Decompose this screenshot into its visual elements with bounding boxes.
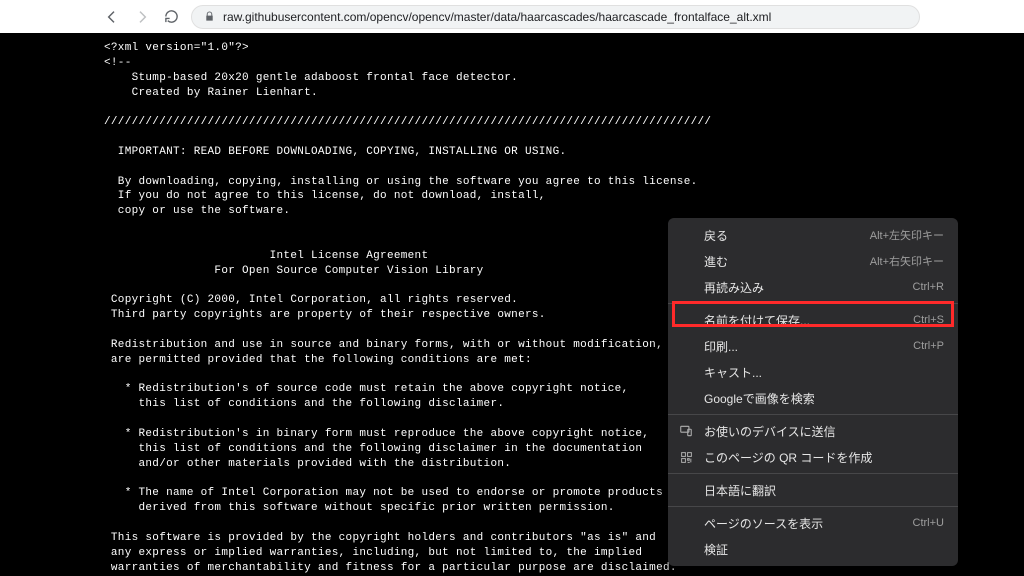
qr-icon [678, 451, 694, 464]
back-button[interactable] [104, 9, 120, 25]
context-menu-item-label: キャスト... [704, 364, 944, 381]
context-menu-item[interactable]: ページのソースを表示 Ctrl+U [668, 510, 958, 536]
url-text: raw.githubusercontent.com/opencv/opencv/… [223, 10, 771, 24]
context-menu-item-shortcut: Alt+左矢印キー [870, 227, 944, 243]
context-menu-item-label: 名前を付けて保存... [704, 312, 903, 329]
context-menu-item[interactable]: 名前を付けて保存... Ctrl+S [668, 307, 958, 333]
context-menu-item-label: 再読み込み [704, 279, 903, 296]
nav-buttons [104, 9, 179, 25]
forward-button[interactable] [134, 9, 150, 25]
context-menu-item[interactable]: 再読み込み Ctrl+R [668, 274, 958, 300]
context-menu-item[interactable]: 印刷... Ctrl+P [668, 333, 958, 359]
context-menu-item-label: 印刷... [704, 338, 903, 355]
context-menu-item-shortcut: Alt+右矢印キー [870, 253, 944, 269]
context-menu-item[interactable]: 戻る Alt+左矢印キー [668, 222, 958, 248]
browser-toolbar: raw.githubusercontent.com/opencv/opencv/… [0, 0, 1024, 33]
context-menu-separator [668, 473, 958, 474]
context-menu-item-label: Googleで画像を検索 [704, 390, 944, 407]
lock-icon [204, 11, 215, 22]
context-menu-separator [668, 414, 958, 415]
context-menu-item-label: 日本語に翻訳 [704, 482, 944, 499]
context-menu-item[interactable]: 進む Alt+右矢印キー [668, 248, 958, 274]
context-menu-item-shortcut: Ctrl+P [913, 340, 944, 352]
device-icon [678, 424, 694, 438]
context-menu-item-label: お使いのデバイスに送信 [704, 423, 944, 440]
context-menu-item-label: このページの QR コードを作成 [704, 449, 944, 466]
context-menu-item[interactable]: お使いのデバイスに送信 [668, 418, 958, 444]
context-menu-item[interactable]: キャスト... [668, 359, 958, 385]
context-menu-item-shortcut: Ctrl+U [913, 517, 944, 529]
context-menu-item-shortcut: Ctrl+S [913, 314, 944, 326]
context-menu-item[interactable]: 日本語に翻訳 [668, 477, 958, 503]
context-menu-item-label: ページのソースを表示 [704, 515, 903, 532]
context-menu-item-label: 進む [704, 253, 860, 270]
context-menu-item[interactable]: Googleで画像を検索 [668, 385, 958, 411]
context-menu-separator [668, 303, 958, 304]
context-menu-item-label: 戻る [704, 227, 860, 244]
context-menu-separator [668, 506, 958, 507]
reload-button[interactable] [164, 9, 179, 24]
context-menu-item-shortcut: Ctrl+R [913, 281, 944, 293]
context-menu-item-label: 検証 [704, 541, 944, 558]
address-bar[interactable]: raw.githubusercontent.com/opencv/opencv/… [191, 5, 920, 29]
context-menu: 戻る Alt+左矢印キー進む Alt+右矢印キー再読み込み Ctrl+R 名前を付けて保… [668, 218, 958, 566]
context-menu-item[interactable]: 検証 [668, 536, 958, 562]
context-menu-item[interactable]: このページの QR コードを作成 [668, 444, 958, 470]
